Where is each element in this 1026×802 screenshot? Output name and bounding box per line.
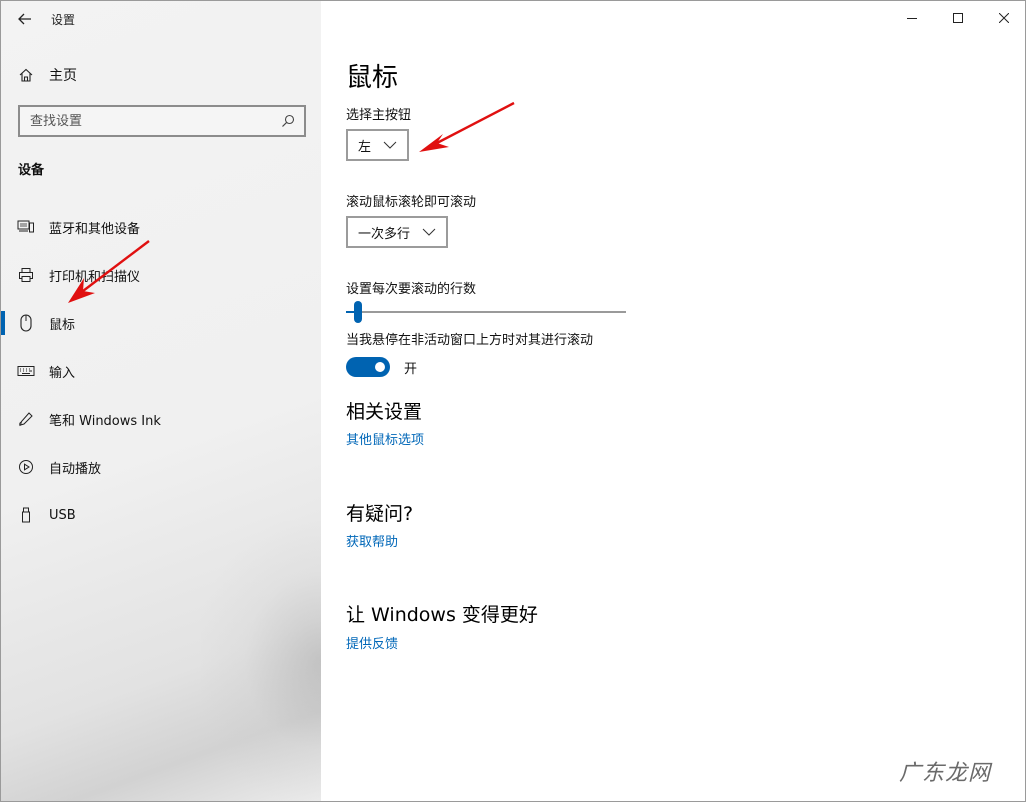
home-icon	[17, 66, 35, 84]
content-pane: 鼠标 选择主按钮 左 滚动鼠标滚轮即可滚动 一次多行 设置每次要滚动的行数 当我…	[321, 1, 1025, 801]
search-icon[interactable]	[280, 113, 296, 129]
maximize-icon	[953, 13, 963, 23]
section-title: 设备	[18, 163, 45, 178]
dropdown-value: 左	[358, 139, 372, 155]
maximize-button[interactable]	[935, 1, 981, 35]
watermark: 广东龙网	[898, 761, 991, 786]
sidebar-item-label: 蓝牙和其他设备	[49, 221, 141, 237]
minimize-button[interactable]	[889, 1, 935, 35]
close-icon	[999, 13, 1009, 23]
sidebar-item-label: USB	[49, 507, 76, 523]
search-input[interactable]	[30, 113, 280, 129]
toggle-knob	[375, 362, 385, 372]
other-mouse-options-link[interactable]: 其他鼠标选项	[346, 429, 424, 448]
sidebar-item-label: 打印机和扫描仪	[49, 269, 141, 285]
window-controls	[889, 1, 1025, 35]
inactive-scroll-label: 当我悬停在非活动窗口上方时对其进行滚动	[346, 333, 594, 348]
bluetooth-devices-icon	[17, 218, 35, 236]
page-title: 鼠标	[346, 63, 399, 93]
autoplay-icon	[17, 458, 35, 476]
chevron-down-icon	[422, 228, 436, 236]
sidebar-item-label: 主页	[49, 68, 77, 84]
scroll-mode-dropdown[interactable]: 一次多行	[346, 216, 449, 248]
sidebar-item-typing[interactable]: 输入	[1, 347, 321, 395]
sidebar-item-bluetooth[interactable]: 蓝牙和其他设备	[1, 203, 321, 251]
sidebar-item-autoplay[interactable]: 自动播放	[1, 443, 321, 491]
primary-button-dropdown[interactable]: 左	[346, 129, 410, 161]
scroll-mode-label: 滚动鼠标滚轮即可滚动	[346, 195, 477, 210]
related-settings-title: 相关设置	[346, 401, 423, 423]
sidebar-item-pen[interactable]: 笔和 Windows Ink	[1, 395, 321, 443]
usb-icon	[17, 506, 35, 524]
pen-icon	[17, 410, 35, 428]
get-help-link[interactable]: 获取帮助	[346, 531, 398, 550]
minimize-icon	[907, 18, 917, 19]
sidebar: 设置 主页 设备	[1, 1, 321, 801]
inactive-scroll-row: 开	[346, 356, 417, 378]
printer-icon	[17, 266, 35, 284]
app-title: 设置	[51, 12, 76, 27]
acrylic-blur-decoration	[201, 521, 321, 801]
give-feedback-link[interactable]: 提供反馈	[346, 633, 398, 652]
inactive-scroll-toggle[interactable]	[346, 357, 390, 377]
title-bar: 设置	[1, 1, 321, 37]
keyboard-icon	[17, 362, 35, 380]
back-arrow-icon	[18, 13, 31, 25]
settings-window: 设置 主页 设备	[0, 0, 1026, 802]
question-title: 有疑问?	[346, 503, 414, 525]
sidebar-item-mouse[interactable]: 鼠标	[1, 299, 321, 347]
lines-to-scroll-label: 设置每次要滚动的行数	[346, 282, 477, 297]
lines-to-scroll-slider[interactable]	[346, 301, 626, 323]
toggle-state: 开	[404, 361, 418, 377]
primary-button-label: 选择主按钮	[346, 108, 412, 123]
sidebar-nav: 蓝牙和其他设备 打印机和扫描仪 鼠标 输入 笔和 Windows Ink 自动播…	[1, 203, 321, 539]
slider-track	[346, 311, 626, 313]
sidebar-item-label: 鼠标	[49, 317, 76, 333]
chevron-down-icon	[383, 141, 397, 149]
close-button[interactable]	[981, 1, 1025, 35]
back-button[interactable]	[1, 1, 49, 37]
search-box[interactable]	[18, 105, 306, 137]
sidebar-item-printers[interactable]: 打印机和扫描仪	[1, 251, 321, 299]
slider-thumb[interactable]	[354, 301, 362, 323]
mouse-icon	[17, 314, 35, 332]
sidebar-item-home[interactable]: 主页	[1, 57, 321, 93]
dropdown-value: 一次多行	[358, 226, 411, 242]
sidebar-item-usb[interactable]: USB	[1, 491, 321, 539]
feedback-title: 让 Windows 变得更好	[346, 604, 538, 626]
sidebar-item-label: 自动播放	[49, 461, 102, 477]
sidebar-item-label: 笔和 Windows Ink	[49, 413, 161, 429]
sidebar-item-label: 输入	[49, 365, 76, 381]
